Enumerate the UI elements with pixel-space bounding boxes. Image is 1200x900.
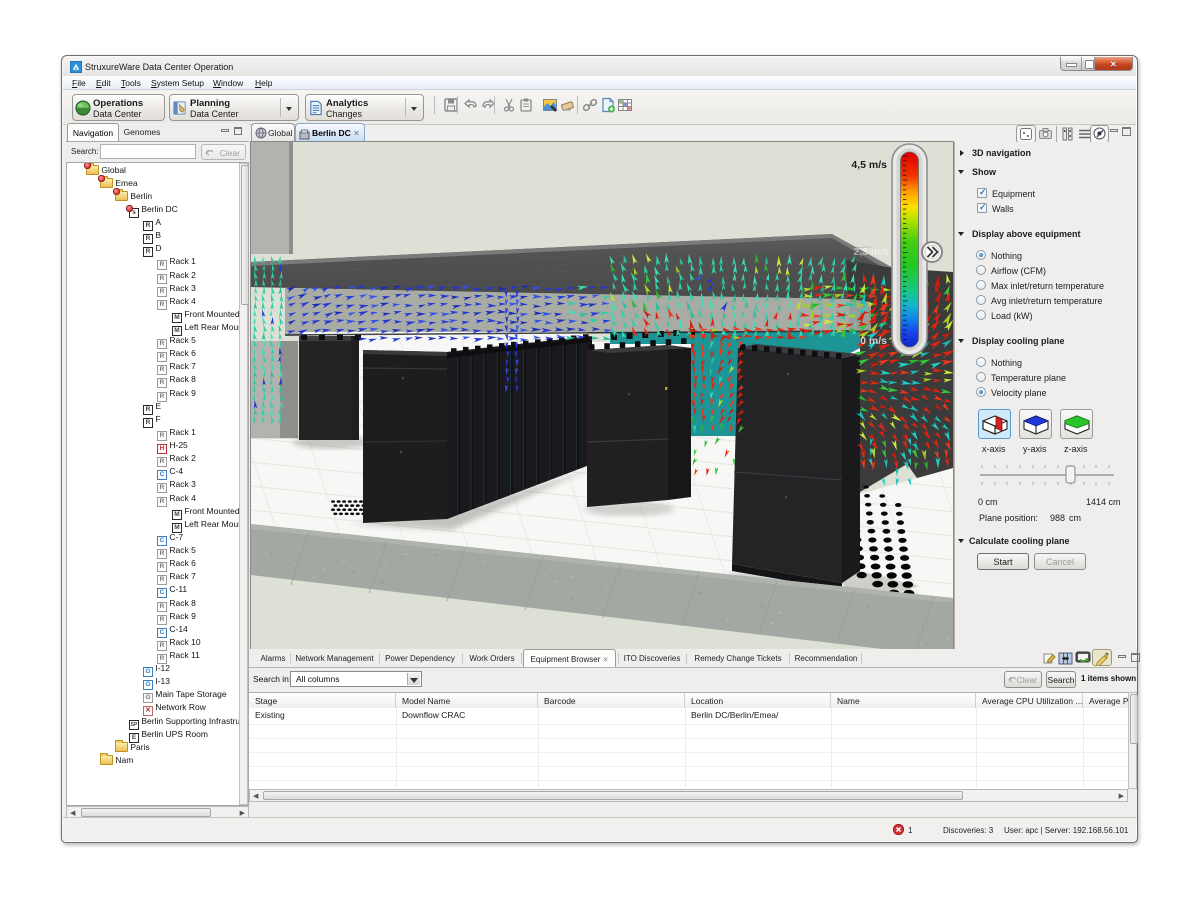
svg-text:0 m/s: 0 m/s (860, 335, 887, 347)
svg-text:2,3 m/s: 2,3 m/s (853, 246, 889, 258)
svg-text:4,5 m/s: 4,5 m/s (851, 159, 887, 171)
